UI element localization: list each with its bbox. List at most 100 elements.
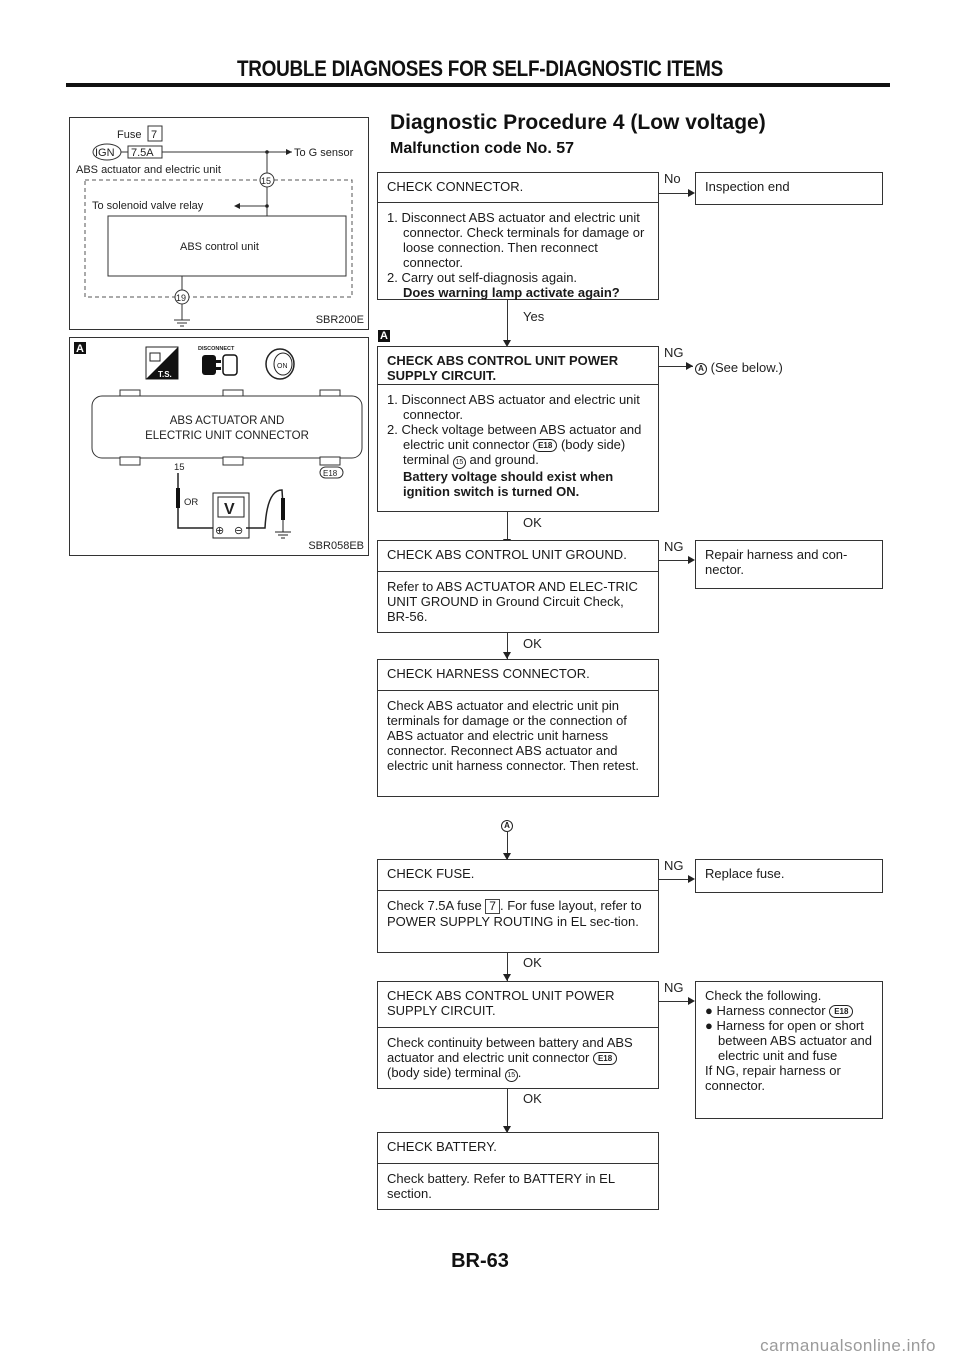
flow-label-ok: OK bbox=[523, 1091, 542, 1106]
junction-dot bbox=[265, 204, 269, 208]
branch-label-ng: NG bbox=[664, 858, 684, 873]
disconnect-icon: DISCONNECT bbox=[198, 346, 238, 376]
page-number: BR-63 bbox=[451, 1250, 509, 1272]
branch-label-ng: NG bbox=[664, 345, 684, 360]
tag-a-label: A bbox=[76, 343, 84, 355]
branch-label-no: No bbox=[664, 171, 681, 186]
connector-label-line1: ABS ACTUATOR AND bbox=[170, 415, 285, 427]
header-divider bbox=[66, 83, 890, 87]
probe-wire-negative bbox=[246, 489, 284, 529]
tools-ts-icon: T.S. bbox=[145, 346, 179, 380]
flow-label-ok: OK bbox=[523, 636, 542, 651]
unit-label: ABS actuator and electric unit bbox=[76, 164, 221, 176]
step-spec: Battery voltage should exist when igniti… bbox=[403, 469, 614, 499]
step-heading: CHECK FUSE. bbox=[378, 860, 658, 891]
connector-e18-badge: E18 bbox=[533, 439, 558, 452]
flow-label-ok: OK bbox=[523, 515, 542, 530]
minus-terminal-icon: ⊖ bbox=[234, 525, 243, 537]
terminal-19-label: 19 bbox=[176, 293, 186, 303]
arrow-right-icon bbox=[688, 997, 695, 1005]
terminal-15-badge: 15 bbox=[452, 456, 466, 469]
svg-text:T.S.: T.S. bbox=[158, 370, 172, 379]
connector-e18-badge: E18 bbox=[829, 1005, 854, 1018]
arrow-right-icon bbox=[688, 556, 695, 564]
procedure-subtitle: Malfunction code No. 57 bbox=[390, 140, 575, 157]
step-instruction: 1. Disconnect ABS actuator and electric … bbox=[387, 210, 645, 270]
connector-e18-badge: E18 bbox=[592, 1052, 618, 1065]
step-check-power-supply: CHECK ABS CONTROL UNIT POWER SUPPLY CIRC… bbox=[377, 346, 659, 512]
ignition-key-on-icon: ON bbox=[265, 348, 295, 380]
abs-connector-body bbox=[91, 395, 363, 459]
step-body: Check 7.5A fuse 7. For fuse layout, refe… bbox=[387, 898, 642, 929]
step-question: Does warning lamp activate again? bbox=[403, 285, 620, 300]
step-heading: CHECK ABS CONTROL UNIT POWER SUPPLY CIRC… bbox=[378, 982, 658, 1028]
plus-terminal-icon: ⊕ bbox=[215, 525, 224, 537]
connector-line bbox=[507, 300, 508, 342]
connector-id: E18 bbox=[323, 469, 338, 478]
wire-color: OR bbox=[184, 497, 198, 508]
result-bullet: ● Harness for open or short between ABS … bbox=[705, 1018, 872, 1063]
branch-label-ng: NG bbox=[664, 539, 684, 554]
ign-label: IGN bbox=[95, 147, 115, 159]
arrow-to-g-sensor bbox=[286, 149, 292, 155]
step-heading: CHECK CONNECTOR. bbox=[378, 173, 658, 203]
circuit-diagram: Fuse 7 IGN 7.5A To G sensor ABS actuator… bbox=[76, 125, 354, 327]
terminal-15-badge: 15 bbox=[504, 1069, 518, 1082]
step-check-ground: CHECK ABS CONTROL UNIT GROUND. Refer to … bbox=[377, 540, 659, 633]
section-header-title: TROUBLE DIAGNOSES FOR SELF-DIAGNOSTIC IT… bbox=[236, 56, 724, 81]
figure-code: SBR058EB bbox=[308, 540, 364, 552]
step-body: Check ABS actuator and electric unit pin… bbox=[387, 698, 639, 773]
branch-see-below: A (See below.) bbox=[695, 360, 783, 375]
result-inspection-end: Inspection end bbox=[695, 172, 883, 205]
step-instruction: 2. Check voltage between ABS actuator an… bbox=[387, 422, 642, 469]
step-heading: CHECK ABS CONTROL UNIT GROUND. bbox=[378, 541, 658, 572]
arrow-right-icon bbox=[686, 362, 693, 370]
step-instruction: 1. Disconnect ABS actuator and electric … bbox=[387, 392, 640, 422]
probe-positive bbox=[176, 488, 180, 508]
arrow-to-solenoid bbox=[234, 203, 240, 209]
arrow-right-icon bbox=[688, 189, 695, 197]
flow-label-yes: Yes bbox=[523, 309, 545, 324]
svg-text:ON: ON bbox=[277, 363, 288, 370]
arrow-right-icon bbox=[688, 875, 695, 883]
connector-line bbox=[507, 512, 508, 541]
connector-tab bbox=[222, 456, 244, 466]
step-instruction: 2. Carry out self-diagnosis again. bbox=[387, 270, 578, 285]
branch-label-ng: NG bbox=[664, 980, 684, 995]
step-body: Check battery. Refer to BATTERY in EL se… bbox=[387, 1171, 615, 1201]
connector-label-line2: ELECTRIC UNIT CONNECTOR bbox=[145, 430, 309, 442]
step-check-connector: CHECK CONNECTOR. 1. Disconnect ABS actua… bbox=[377, 172, 659, 300]
step-check-fuse: CHECK FUSE. Check 7.5A fuse 7. For fuse … bbox=[377, 859, 659, 953]
fuse-7-badge: 7 bbox=[485, 899, 500, 914]
tag-a-badge: A bbox=[378, 330, 390, 342]
step-body: Refer to ABS ACTUATOR AND ELEC-TRIC UNIT… bbox=[387, 579, 638, 624]
connector-test-diagram: A T.S. DISCONNECT ON ABS ACTUATOR AND EL… bbox=[74, 342, 363, 539]
connector-test-figure: A T.S. DISCONNECT ON ABS ACTUATOR AND EL… bbox=[69, 337, 369, 556]
pin-number: 15 bbox=[174, 462, 185, 473]
figure-code: SBR200E bbox=[315, 314, 364, 326]
watermark: carmanualsonline.info bbox=[760, 1336, 936, 1355]
flow-label-ok: OK bbox=[523, 955, 542, 970]
abs-control-unit-label: ABS control unit bbox=[180, 241, 259, 253]
step-body: Check continuity between battery and ABS… bbox=[387, 1035, 633, 1082]
step-check-battery: CHECK BATTERY. Check battery. Refer to B… bbox=[377, 1132, 659, 1210]
ground-icon bbox=[174, 319, 190, 327]
connector-tab bbox=[319, 456, 341, 466]
step-check-harness-connector: CHECK HARNESS CONNECTOR. Check ABS actua… bbox=[377, 659, 659, 797]
result-repair-harness: Repair harness and con-nector. bbox=[695, 540, 883, 589]
step-heading: CHECK BATTERY. bbox=[378, 1133, 658, 1164]
step-heading: CHECK ABS CONTROL UNIT POWER SUPPLY CIRC… bbox=[378, 347, 658, 385]
step-heading: CHECK HARNESS CONNECTOR. bbox=[378, 660, 658, 691]
step-body: 1. Disconnect ABS actuator and electric … bbox=[378, 203, 658, 309]
fuse-rating: 7.5A bbox=[131, 147, 154, 159]
procedure-title: Diagnostic Procedure 4 (Low voltage) bbox=[390, 111, 766, 134]
voltmeter-label: V bbox=[224, 501, 235, 518]
terminal-15-label: 15 bbox=[261, 176, 271, 186]
probe-negative bbox=[281, 498, 285, 520]
to-solenoid-label: To solenoid valve relay bbox=[92, 200, 204, 212]
circuit-diagram-figure: Fuse 7 IGN 7.5A To G sensor ABS actuator… bbox=[69, 117, 369, 330]
connector-tab bbox=[119, 456, 141, 466]
step-check-power-supply-continuity: CHECK ABS CONTROL UNIT POWER SUPPLY CIRC… bbox=[377, 981, 659, 1089]
result-bullet: ● Harness connector E18 bbox=[705, 1003, 873, 1018]
result-intro: Check the following. bbox=[705, 988, 822, 1003]
